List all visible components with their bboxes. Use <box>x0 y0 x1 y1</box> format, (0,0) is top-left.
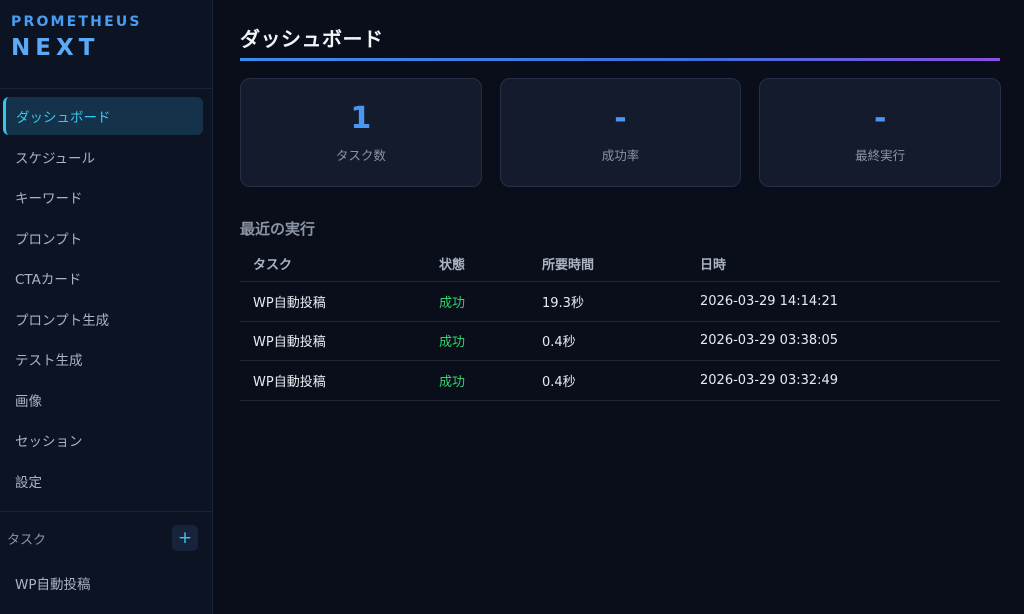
table-row[interactable]: WP自動投稿 成功 0.4秒 2026-03-29 03:38:05 <box>240 322 1000 361</box>
table-row[interactable]: WP自動投稿 成功 0.4秒 2026-03-29 03:32:49 <box>240 361 1000 401</box>
app-root: PROMETHEUS NEXT ダッシュボード スケジュール キーワード プロン… <box>0 0 1024 614</box>
cell-duration: 0.4秒 <box>542 335 576 351</box>
task-section-label: タスク <box>7 532 47 548</box>
cell-status: 成功 <box>439 295 466 311</box>
page-title: ダッシュボード <box>240 27 384 51</box>
stat-card-success-rate: - 成功率 <box>499 78 742 187</box>
brand-bottom-text: NEXT <box>11 35 100 61</box>
sidebar-item-dashboard[interactable]: ダッシュボード <box>3 97 203 135</box>
stat-label: タスク数 <box>335 148 386 163</box>
sidebar-item-cta-cards[interactable]: CTAカード <box>3 259 203 297</box>
plus-icon: + <box>177 528 193 548</box>
stat-value: - <box>873 101 887 136</box>
sidebar-item-sessions[interactable]: セッション <box>3 421 203 459</box>
main-content: ダッシュボード 1 タスク数 - 成功率 - 最終実行 最近の実行 タスク 状態… <box>213 0 1024 614</box>
stat-label: 成功率 <box>601 148 640 163</box>
cell-task: WP自動投稿 <box>253 295 326 311</box>
task-section-header: タスク + <box>0 524 212 552</box>
cell-status: 成功 <box>439 374 466 390</box>
sidebar-item-images[interactable]: 画像 <box>3 381 203 419</box>
cell-task: WP自動投稿 <box>253 335 326 351</box>
sidebar: PROMETHEUS NEXT ダッシュボード スケジュール キーワード プロン… <box>0 0 213 614</box>
stat-card-last-run: - 最終実行 <box>759 78 1002 187</box>
sidebar-item-prompts[interactable]: プロンプト <box>3 219 203 257</box>
sidebar-divider <box>0 511 212 512</box>
sidebar-item-keywords[interactable]: キーワード <box>3 178 203 216</box>
stat-value: 1 <box>350 101 372 136</box>
sidebar-item-prompt-generation[interactable]: プロンプト生成 <box>3 300 203 338</box>
cell-datetime: 2026-03-29 14:14:21 <box>700 293 839 309</box>
sidebar-item-test-generation[interactable]: テスト生成 <box>3 340 203 378</box>
recent-runs-table: タスク 状態 所要時間 日時 WP自動投稿 成功 19.3秒 2026-03-2… <box>240 245 1000 401</box>
stat-value: - <box>614 101 627 136</box>
sidebar-item-schedule[interactable]: スケジュール <box>3 138 203 176</box>
column-header-datetime: 日時 <box>700 257 727 273</box>
stat-card-task-count: 1 タスク数 <box>240 78 482 187</box>
sidebar-task-item[interactable]: WP自動投稿 <box>15 573 91 593</box>
cell-duration: 19.3秒 <box>542 295 584 311</box>
recent-runs-title: 最近の実行 <box>240 220 316 238</box>
table-header: タスク 状態 所要時間 日時 <box>240 245 1000 282</box>
sidebar-item-settings[interactable]: 設定 <box>3 462 203 500</box>
column-header-duration: 所要時間 <box>542 257 595 273</box>
table-row[interactable]: WP自動投稿 成功 19.3秒 2026-03-29 14:14:21 <box>240 282 1000 322</box>
brand-top-text: PROMETHEUS <box>11 14 142 30</box>
cell-duration: 0.4秒 <box>542 374 576 390</box>
cell-task: WP自動投稿 <box>253 374 326 390</box>
sidebar-nav: ダッシュボード スケジュール キーワード プロンプト CTAカード プロンプト生… <box>0 89 212 500</box>
title-underline <box>240 58 1000 61</box>
add-task-button[interactable]: + <box>172 525 198 551</box>
stat-label: 最終実行 <box>855 148 906 163</box>
stat-cards: 1 タスク数 - 成功率 - 最終実行 <box>240 78 1002 187</box>
cell-datetime: 2026-03-29 03:32:49 <box>700 372 839 388</box>
cell-status: 成功 <box>439 335 466 351</box>
brand-logo: PROMETHEUS NEXT <box>0 0 212 89</box>
column-header-status: 状態 <box>439 257 466 273</box>
cell-datetime: 2026-03-29 03:38:05 <box>700 333 839 349</box>
column-header-task: タスク <box>253 257 293 273</box>
